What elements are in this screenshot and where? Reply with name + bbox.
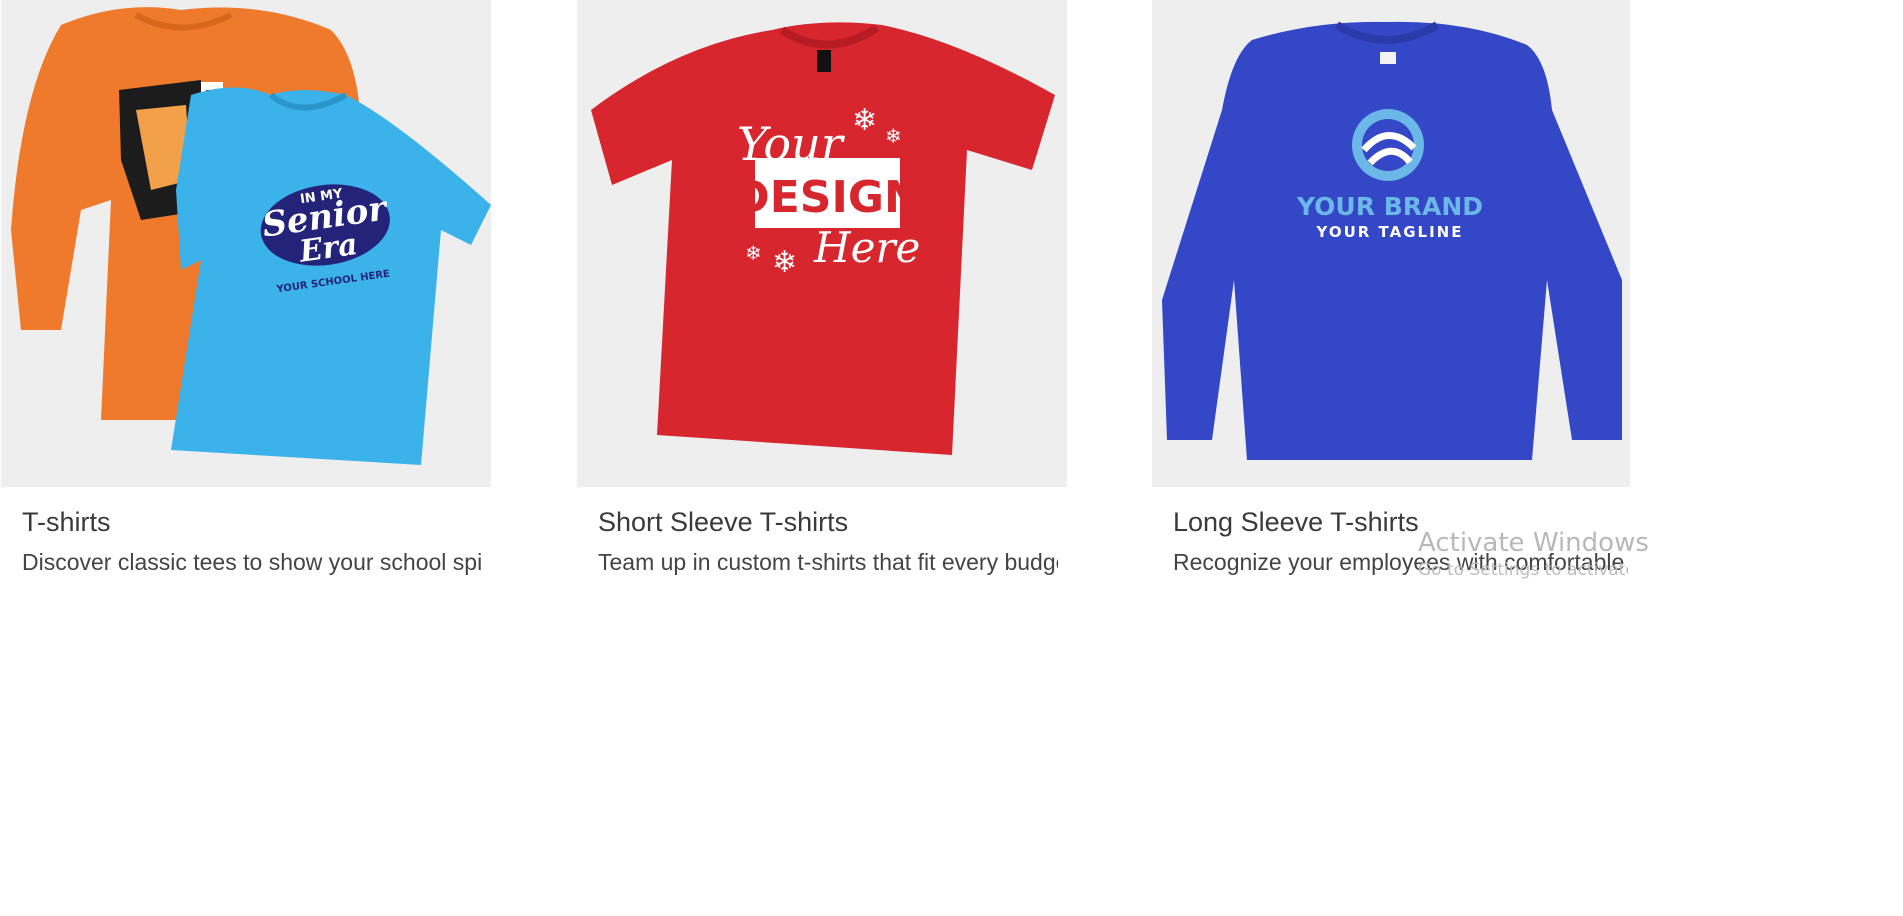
blue-long-sleeve-image[interactable]: YOUR BRAND YOUR TAGLINE [1152,0,1630,487]
svg-text:❄: ❄ [772,245,797,280]
svg-text:Here: Here [813,223,920,272]
svg-text:❄: ❄ [885,124,902,148]
product-description: Team up in custom t-shirts that fit ever… [598,549,1058,575]
red-tshirt-image[interactable]: Your ❄ ❄ DESIGN ❄ ❄ Here [577,0,1067,487]
product-grid: IN MY Senior Era YOUR SCHOOL HERE T-shir… [0,0,1903,590]
product-description: Discover classic tees to show your schoo… [22,549,482,575]
product-description: Recognize your employees with comfortabl… [1173,549,1630,575]
product-card-short-sleeve[interactable]: Your ❄ ❄ DESIGN ❄ ❄ Here Short Sleeve T-… [577,0,1067,590]
orange-and-blue-tshirts-illustration: IN MY Senior Era YOUR SCHOOL HERE [1,0,491,487]
product-title[interactable]: Short Sleeve T-shirts [598,504,1067,540]
product-card-tshirts[interactable]: IN MY Senior Era YOUR SCHOOL HERE T-shir… [1,0,491,590]
svg-text:DESIGN: DESIGN [733,172,921,223]
product-title[interactable]: Long Sleeve T-shirts [1173,504,1630,540]
red-tshirt-illustration: Your ❄ ❄ DESIGN ❄ ❄ Here [577,0,1067,487]
product-title[interactable]: T-shirts [22,504,491,540]
blue-long-sleeve-illustration: YOUR BRAND YOUR TAGLINE [1152,0,1630,487]
orange-and-blue-tshirts-image[interactable]: IN MY Senior Era YOUR SCHOOL HERE [1,0,491,487]
svg-text:YOUR TAGLINE: YOUR TAGLINE [1316,223,1464,241]
svg-text:❄: ❄ [745,241,762,265]
product-card-long-sleeve[interactable]: YOUR BRAND YOUR TAGLINE Long Sleeve T-sh… [1152,0,1630,590]
svg-text:YOUR BRAND: YOUR BRAND [1296,192,1483,221]
svg-text:❄: ❄ [852,103,877,138]
